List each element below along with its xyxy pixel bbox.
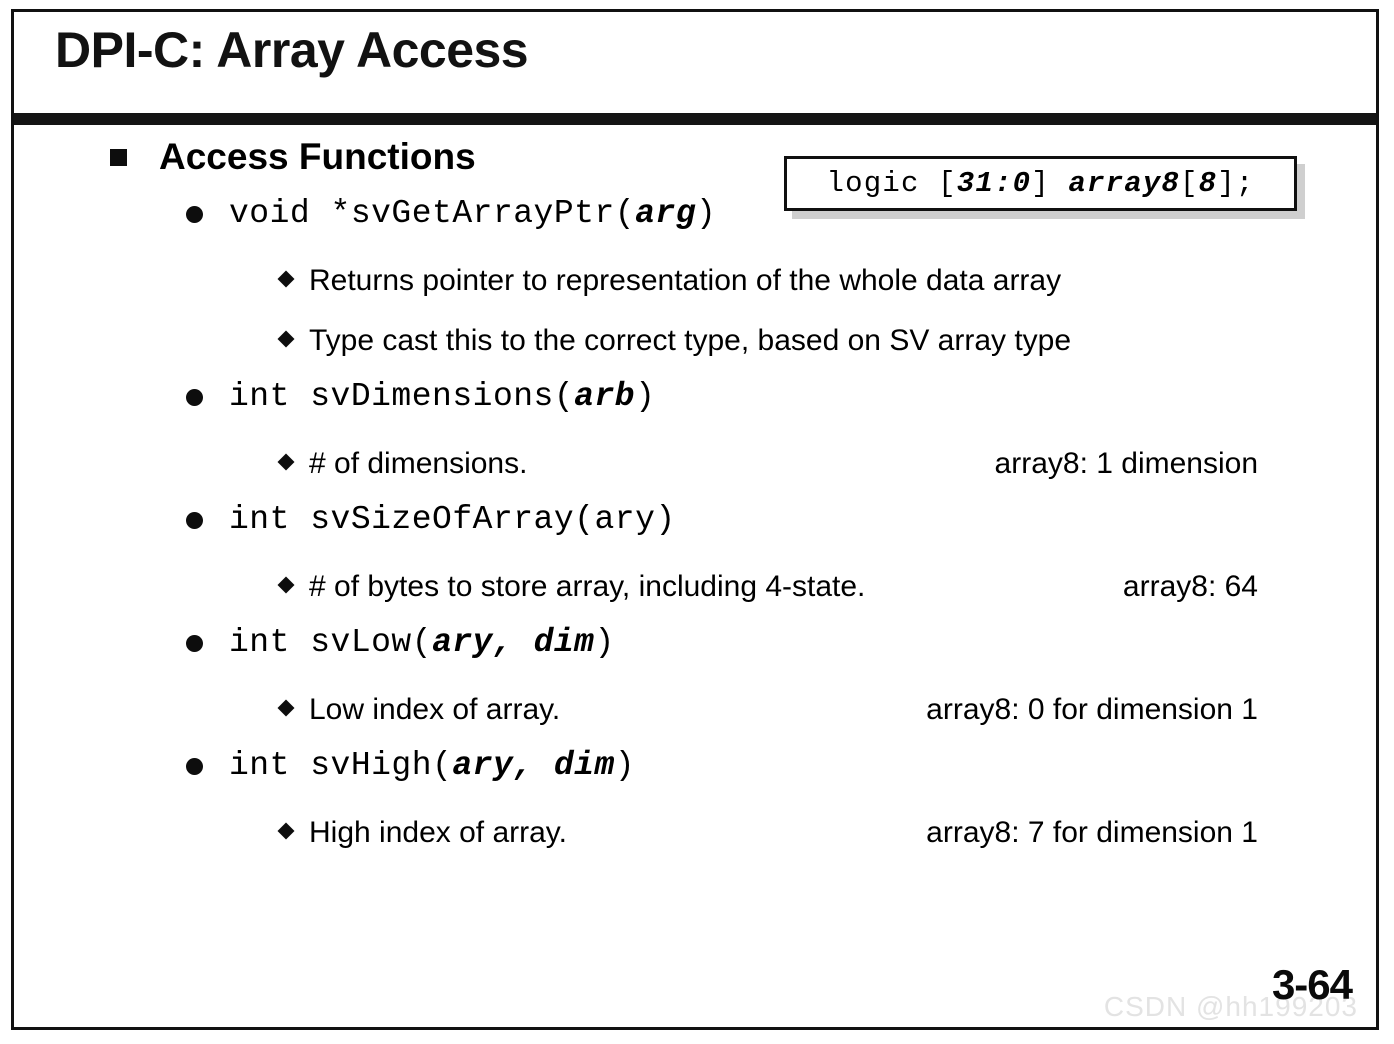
paren-close: ) xyxy=(594,624,615,661)
detail-text: Returns pointer to representation of the… xyxy=(309,264,1062,297)
detail-item: High index of array. array8: 7 for dimen… xyxy=(14,803,1376,863)
detail-item: Low index of array. array8: 0 for dimens… xyxy=(14,680,1376,740)
diamond-bullet-icon xyxy=(277,822,295,840)
function-name: svGetArrayPtr xyxy=(350,195,615,232)
detail-note: array8: 64 xyxy=(1122,570,1258,603)
section-access-functions: Access Functions xyxy=(14,132,1376,188)
paren-open: ( xyxy=(553,378,575,415)
function-name: svSizeOfArray xyxy=(310,501,575,538)
page-title: DPI-C: Array Access xyxy=(55,22,529,78)
function-name: svLow xyxy=(310,624,412,661)
page-number: 3-64 xyxy=(1271,961,1353,1008)
function-signature: int svHigh(ary, dim) xyxy=(229,747,635,784)
function-signature: int svSizeOfArray(ary) xyxy=(229,501,676,538)
slide-title-area: DPI-C: Array Access xyxy=(14,12,1376,113)
function-params: ary, dim xyxy=(452,747,615,784)
function-signature: void *svGetArrayPtr(arg) xyxy=(229,195,716,232)
return-type: int xyxy=(229,747,311,784)
function-params: ary, dim xyxy=(432,624,595,661)
round-bullet-icon xyxy=(186,635,203,652)
function-params: arg xyxy=(635,195,697,232)
diamond-bullet-icon xyxy=(277,576,295,594)
detail-text: # of dimensions. xyxy=(309,447,528,480)
function-svgetarrayptr: void *svGetArrayPtr(arg) xyxy=(14,188,1376,251)
function-params: arb xyxy=(574,378,636,415)
diamond-bullet-icon xyxy=(277,270,295,288)
function-name: svHigh xyxy=(310,747,433,784)
function-svlow: int svLow(ary, dim) xyxy=(14,617,1376,680)
paren-close: ) xyxy=(614,747,636,784)
round-bullet-icon xyxy=(186,206,203,223)
paren-open: ( xyxy=(614,195,636,232)
square-bullet-icon xyxy=(110,149,127,166)
diamond-bullet-icon xyxy=(277,453,295,471)
function-name: svDimensions xyxy=(310,378,554,415)
detail-text: High index of array. xyxy=(309,816,567,849)
paren-close: ) xyxy=(635,378,656,415)
round-bullet-icon xyxy=(186,512,203,529)
function-svhigh: int svHigh(ary, dim) xyxy=(14,740,1376,803)
detail-text: # of bytes to store array, including 4-s… xyxy=(309,570,866,603)
slide-frame: DPI-C: Array Access logic [31:0] array8[… xyxy=(11,9,1379,1030)
section-heading-label: Access Functions xyxy=(159,136,476,177)
function-svsizeofarray: int svSizeOfArray(ary) xyxy=(14,494,1376,557)
detail-note: array8: 1 dimension xyxy=(994,447,1258,480)
function-signature: int svLow(ary, dim) xyxy=(229,624,615,661)
detail-text: Low index of array. xyxy=(309,693,561,726)
diamond-bullet-icon xyxy=(277,699,295,717)
detail-note: array8: 7 for dimension 1 xyxy=(926,816,1258,849)
diamond-bullet-icon xyxy=(277,330,295,348)
detail-item: Returns pointer to representation of the… xyxy=(14,251,1376,311)
return-type: void * xyxy=(229,195,351,232)
function-svdimensions: int svDimensions(arb) xyxy=(14,371,1376,434)
detail-item: # of dimensions. array8: 1 dimension xyxy=(14,434,1376,494)
return-type: int xyxy=(229,624,311,661)
return-type: int xyxy=(229,378,311,415)
paren-close: ) xyxy=(696,195,717,232)
slide-content: Access Functions void *svGetArrayPtr(arg… xyxy=(14,132,1376,863)
round-bullet-icon xyxy=(186,389,203,406)
detail-item: Type cast this to the correct type, base… xyxy=(14,311,1376,371)
detail-item: # of bytes to store array, including 4-s… xyxy=(14,557,1376,617)
return-type: int xyxy=(229,501,311,538)
paren-open: ( xyxy=(574,501,595,538)
title-divider xyxy=(14,113,1376,125)
paren-open: ( xyxy=(411,624,433,661)
detail-note: array8: 0 for dimension 1 xyxy=(926,693,1258,726)
function-signature: int svDimensions(arb) xyxy=(229,378,655,415)
paren-open: ( xyxy=(432,747,453,784)
detail-text: Type cast this to the correct type, base… xyxy=(309,324,1072,357)
round-bullet-icon xyxy=(186,758,203,775)
function-params: ary xyxy=(594,501,656,538)
paren-close: ) xyxy=(655,501,676,538)
